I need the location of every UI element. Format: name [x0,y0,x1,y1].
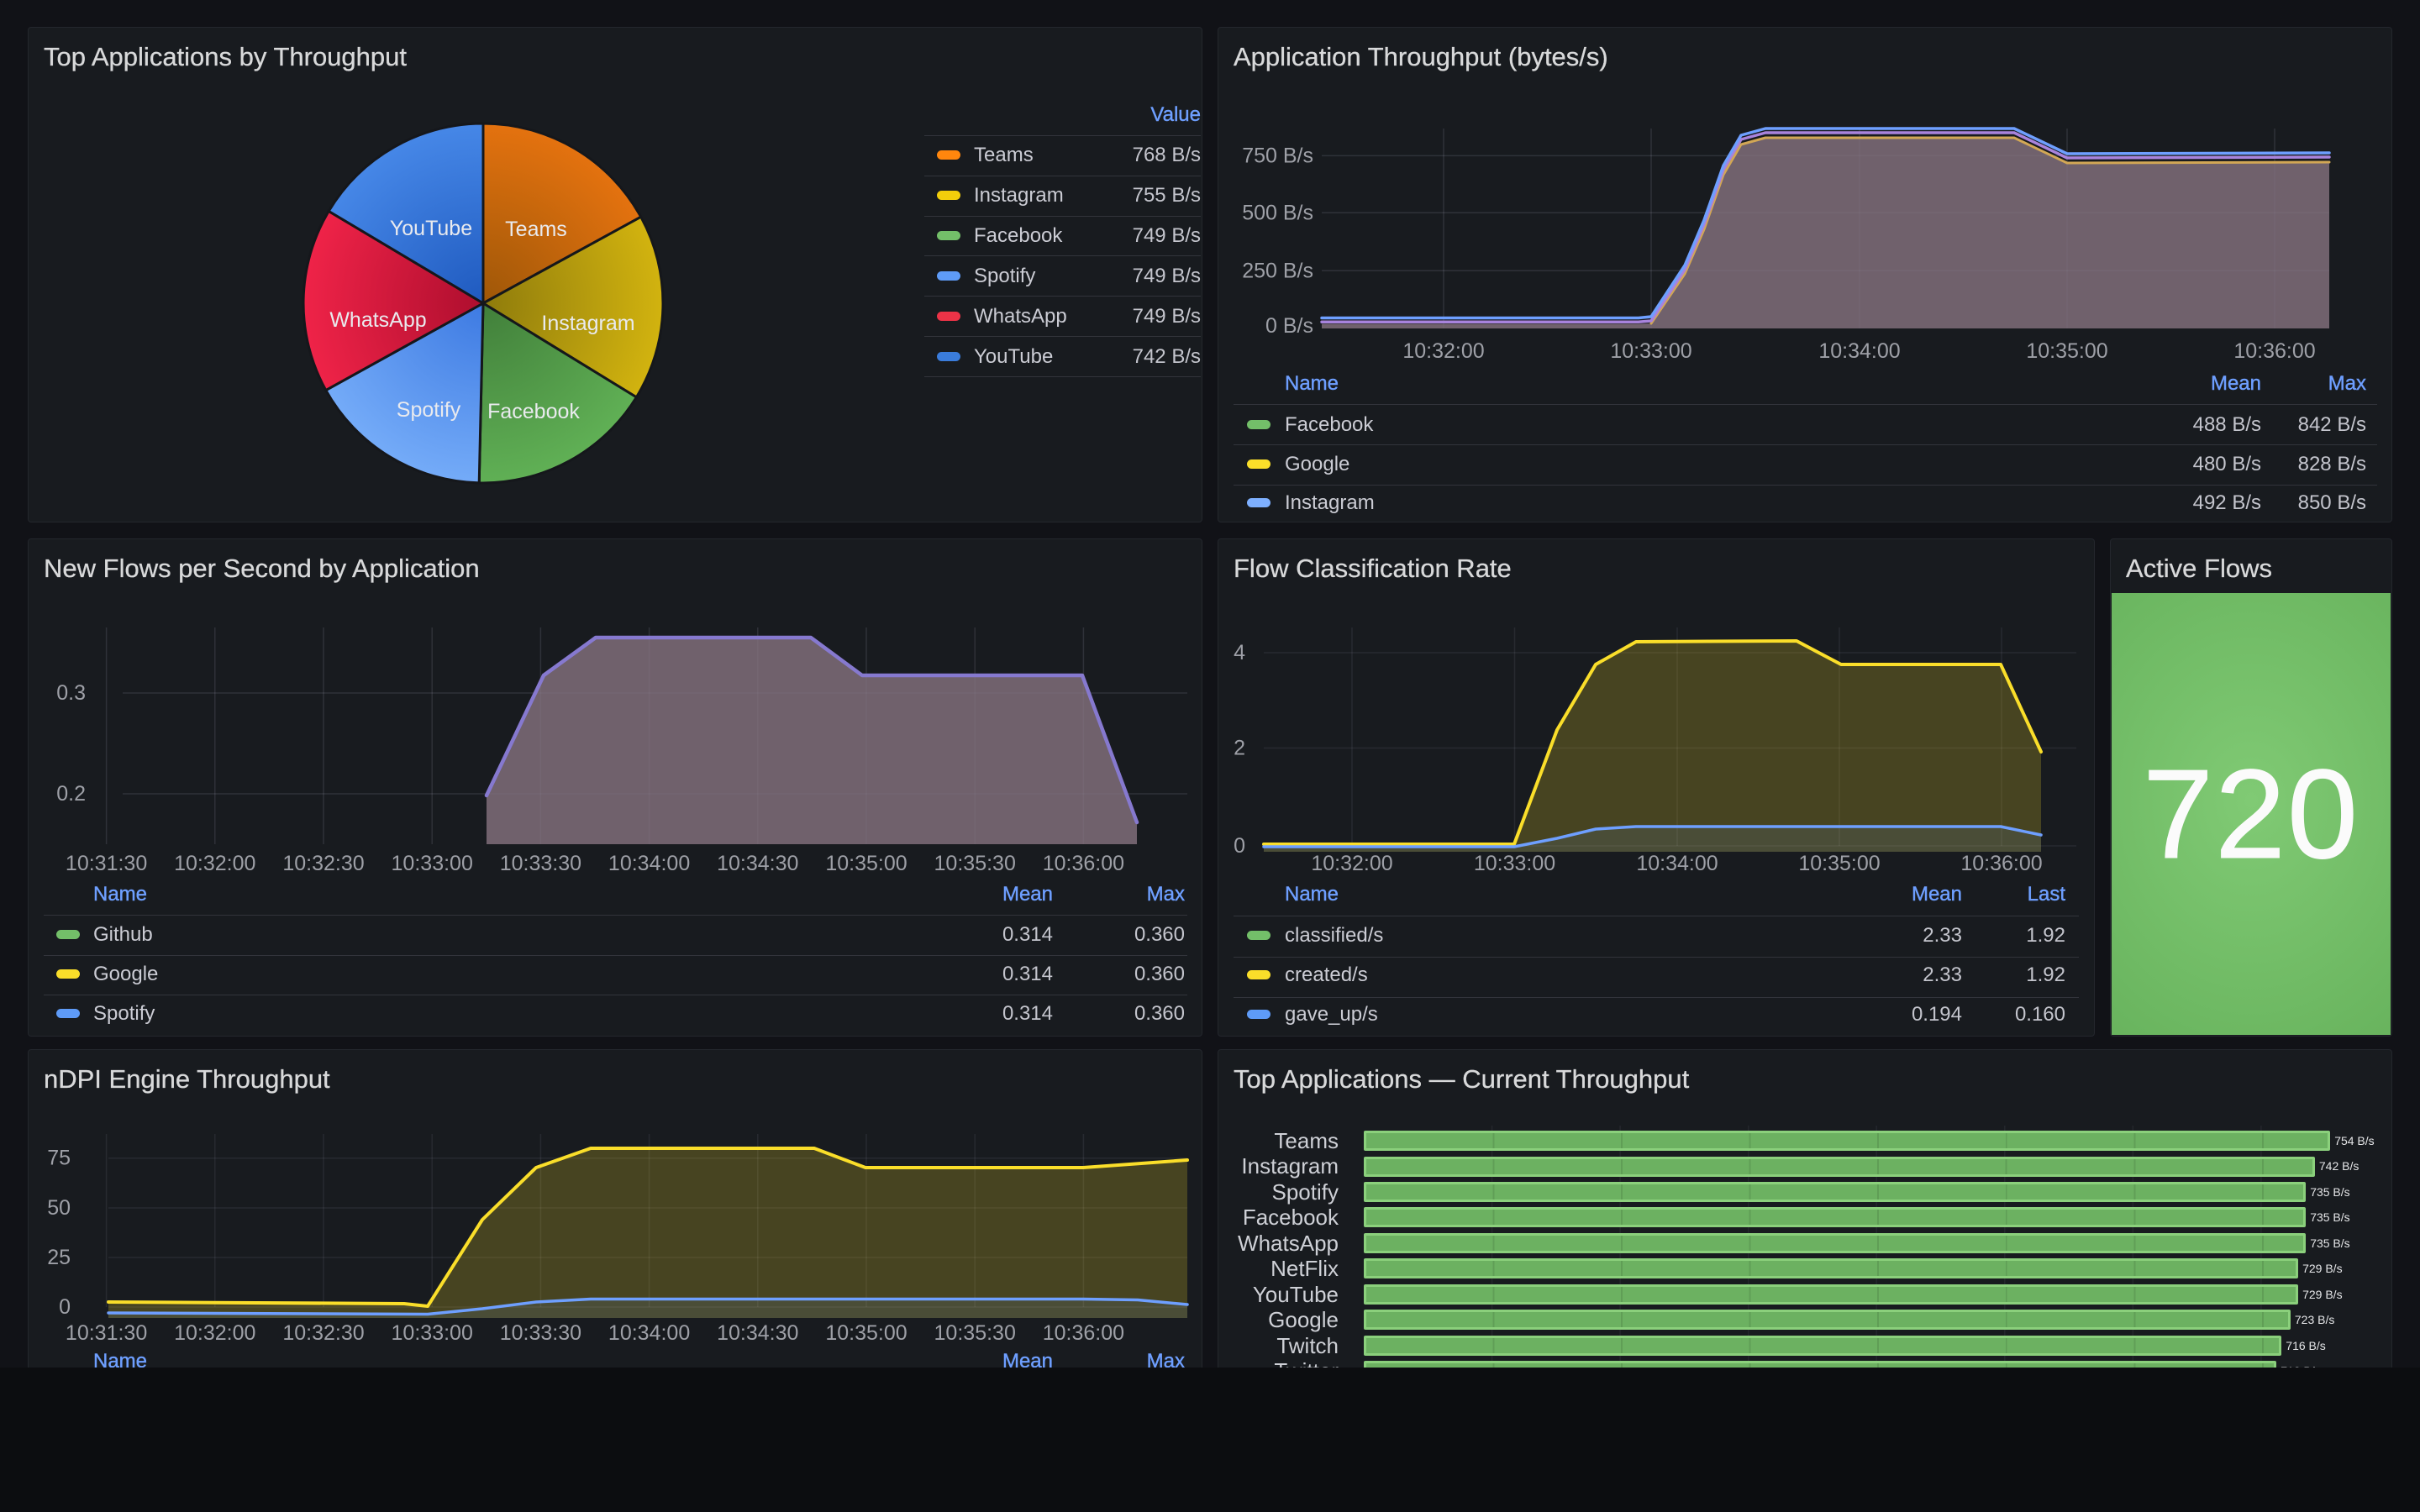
svg-text:Spotify: Spotify [397,398,461,422]
svg-text:75: 75 [47,1147,71,1170]
svg-text:10:32:30: 10:32:30 [282,1321,364,1345]
svg-text:2: 2 [1234,737,1245,760]
svg-text:750 B/s: 750 B/s [1242,144,1313,167]
svg-text:10:35:30: 10:35:30 [934,852,1016,875]
svg-text:10:33:00: 10:33:00 [392,852,473,875]
svg-text:10:33:30: 10:33:30 [500,1321,581,1345]
svg-text:10:32:00: 10:32:00 [174,1321,255,1345]
svg-text:Facebook: Facebook [487,400,580,423]
svg-text:10:32:00: 10:32:00 [174,852,255,875]
svg-text:10:35:00: 10:35:00 [1798,852,1880,875]
svg-text:0 B/s: 0 B/s [1265,314,1313,338]
svg-text:10:35:30: 10:35:30 [934,1321,1016,1345]
svg-text:10:36:00: 10:36:00 [2233,339,2315,363]
svg-text:10:31:30: 10:31:30 [66,852,147,875]
svg-text:10:33:30: 10:33:30 [500,852,581,875]
svg-text:10:32:00: 10:32:00 [1311,852,1392,875]
svg-text:0.2: 0.2 [56,782,86,806]
svg-text:10:34:00: 10:34:00 [608,1321,690,1345]
svg-text:10:36:00: 10:36:00 [1043,852,1124,875]
svg-text:10:36:00: 10:36:00 [1043,1321,1124,1345]
svg-text:250 B/s: 250 B/s [1242,259,1313,282]
svg-text:50: 50 [47,1196,71,1220]
svg-text:4: 4 [1234,641,1245,664]
svg-text:0: 0 [59,1295,71,1319]
svg-text:WhatsApp: WhatsApp [329,308,426,332]
svg-text:10:33:00: 10:33:00 [1474,852,1555,875]
svg-text:10:35:00: 10:35:00 [825,1321,907,1345]
svg-text:10:34:30: 10:34:30 [717,1321,798,1345]
svg-text:10:34:00: 10:34:00 [1636,852,1718,875]
svg-text:10:32:00: 10:32:00 [1402,339,1484,363]
svg-text:10:34:00: 10:34:00 [608,852,690,875]
svg-text:10:34:00: 10:34:00 [1818,339,1900,363]
svg-text:0.3: 0.3 [56,681,86,705]
svg-text:Instagram: Instagram [541,312,634,335]
svg-text:0: 0 [1234,834,1245,858]
svg-text:Teams: Teams [505,218,567,241]
svg-text:10:31:30: 10:31:30 [66,1321,147,1345]
svg-text:YouTube: YouTube [390,217,472,240]
svg-text:10:35:00: 10:35:00 [825,852,907,875]
svg-text:10:35:00: 10:35:00 [2026,339,2107,363]
svg-text:10:33:00: 10:33:00 [392,1321,473,1345]
svg-text:10:34:30: 10:34:30 [717,852,798,875]
svg-text:25: 25 [47,1246,71,1269]
svg-text:10:33:00: 10:33:00 [1610,339,1691,363]
svg-text:500 B/s: 500 B/s [1242,201,1313,224]
svg-text:10:32:30: 10:32:30 [282,852,364,875]
svg-text:10:36:00: 10:36:00 [1960,852,2042,875]
